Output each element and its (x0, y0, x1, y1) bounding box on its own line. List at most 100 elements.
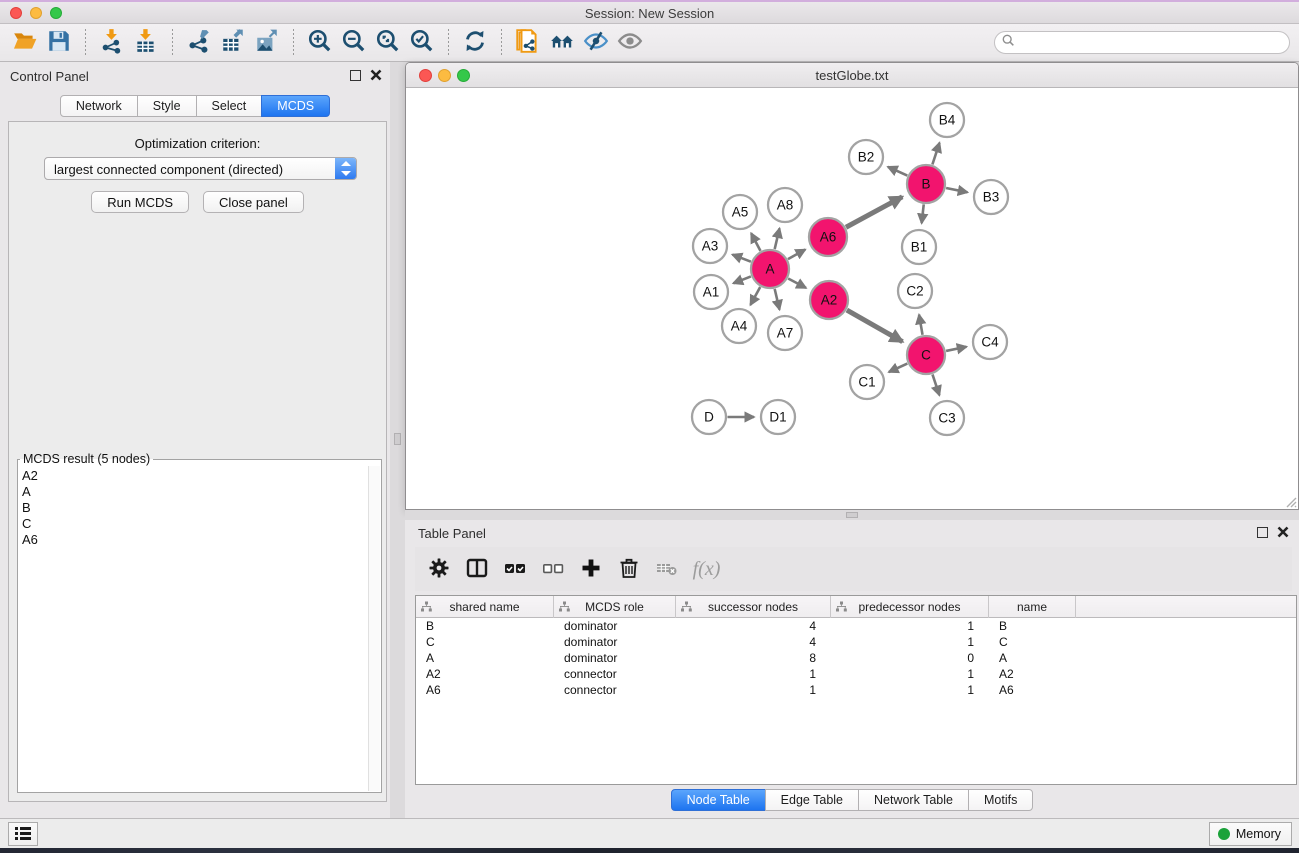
table-row[interactable]: A2connector11A2 (416, 666, 1296, 682)
run-mcds-button[interactable]: Run MCDS (91, 191, 189, 213)
table-cell: 1 (676, 666, 831, 682)
open-browser-button[interactable] (545, 27, 579, 59)
tab-style[interactable]: Style (137, 95, 197, 117)
network-window-title: testGlobe.txt (406, 68, 1298, 83)
splitter-handle[interactable] (846, 512, 858, 518)
network-from-selection-button[interactable] (511, 27, 545, 59)
show-panels-list-button[interactable] (8, 822, 38, 846)
float-panel-icon[interactable] (350, 70, 361, 81)
graph-node-label: C4 (981, 335, 999, 350)
graph-edge-A2-C[interactable] (847, 310, 903, 342)
close-panel-button[interactable]: Close panel (203, 191, 304, 213)
graph-edge-C-C3[interactable] (932, 374, 939, 395)
graph-edge-C-C2[interactable] (919, 315, 922, 335)
toolbar-separator (501, 29, 502, 57)
add-column-button[interactable] (575, 552, 606, 586)
close-panel-icon[interactable] (1277, 526, 1289, 538)
column-header-successor-nodes[interactable]: successor nodes (676, 596, 831, 618)
delete-table-button[interactable] (651, 552, 682, 586)
graph-edge-A-A2[interactable] (788, 279, 806, 288)
tab-select[interactable]: Select (196, 95, 263, 117)
graph-edge-B-B2[interactable] (888, 167, 907, 176)
table-settings-button[interactable] (423, 552, 454, 586)
select-all-button[interactable] (499, 552, 530, 586)
mcds-result-item[interactable]: A (22, 484, 368, 500)
graph-edge-A-A6[interactable] (788, 250, 805, 260)
graph-node-label: C (921, 348, 931, 363)
column-header-label: successor nodes (708, 600, 798, 614)
mcds-result-item[interactable]: B (22, 500, 368, 516)
deselect-all-button[interactable] (537, 552, 568, 586)
column-header-name[interactable]: name (989, 596, 1076, 618)
optimization-dropdown[interactable]: largest connected component (directed) (44, 157, 357, 180)
tab-node-table[interactable]: Node Table (671, 789, 766, 811)
save-session-button[interactable] (42, 27, 76, 59)
tab-mcds[interactable]: MCDS (261, 95, 330, 117)
function-builder-button[interactable]: f(x) (689, 552, 720, 586)
table-row[interactable]: Adominator80A (416, 650, 1296, 666)
close-panel-icon[interactable] (370, 69, 382, 81)
graph-edge-A-A7[interactable] (775, 289, 780, 310)
table-cell: A2 (416, 666, 554, 682)
graph-edge-B-B4[interactable] (932, 143, 939, 165)
zoom-fit-button[interactable] (371, 27, 405, 59)
tab-network-table[interactable]: Network Table (858, 789, 969, 811)
column-header-predecessor-nodes[interactable]: predecessor nodes (831, 596, 989, 618)
search-input[interactable] (1015, 33, 1289, 52)
graph-edge-A-A4[interactable] (750, 287, 760, 305)
mcds-result-item[interactable]: A6 (22, 532, 368, 548)
table-row[interactable]: Cdominator41C (416, 634, 1296, 650)
graph-edge-A-A5[interactable] (751, 233, 760, 251)
graph-edge-A-A3[interactable] (732, 255, 750, 262)
toolbar-separator (293, 29, 294, 57)
horizontal-splitter[interactable] (405, 510, 1299, 520)
export-table-button[interactable] (216, 27, 250, 59)
graph-edge-C-C1[interactable] (889, 364, 908, 372)
graph-edge-B-B3[interactable] (946, 188, 967, 192)
delete-column-button[interactable] (613, 552, 644, 586)
table-panel: Table Panel (405, 520, 1299, 818)
export-network-button[interactable] (182, 27, 216, 59)
tab-network[interactable]: Network (60, 95, 138, 117)
graph-edge-C-C4[interactable] (946, 347, 966, 351)
graph-edge-A-A8[interactable] (775, 228, 780, 249)
table-row[interactable]: Bdominator41B (416, 618, 1296, 634)
graph-edge-A-A1[interactable] (733, 276, 751, 283)
table-cell: 4 (676, 634, 831, 650)
hide-panels-button[interactable] (579, 27, 613, 59)
zoom-out-button[interactable] (337, 27, 371, 59)
zoom-selected-button[interactable] (405, 27, 439, 59)
column-header-MCDS-role[interactable]: MCDS role (554, 596, 676, 618)
toolbar-separator (172, 29, 173, 57)
open-file-button[interactable] (8, 27, 42, 59)
table-cell: A2 (989, 666, 1076, 682)
network-window-titlebar[interactable]: testGlobe.txt (406, 63, 1298, 88)
optimization-dropdown-value: largest connected component (directed) (54, 162, 283, 177)
float-panel-icon[interactable] (1257, 527, 1268, 538)
show-panels-button[interactable] (613, 27, 647, 59)
result-scrollbar[interactable] (368, 466, 380, 791)
graph-edge-B-B1[interactable] (922, 204, 924, 223)
vertical-splitter[interactable] (390, 62, 405, 818)
zoom-in-button[interactable] (303, 27, 337, 59)
mcds-result-item[interactable]: C (22, 516, 368, 532)
table-row[interactable]: A6connector11A6 (416, 682, 1296, 698)
mcds-result-item[interactable]: A2 (22, 468, 368, 484)
column-header-shared-name[interactable]: shared name (416, 596, 554, 618)
graph-edge-A6-B[interactable] (846, 197, 902, 227)
show-columns-button[interactable] (461, 552, 492, 586)
table-cell: 1 (831, 682, 989, 698)
tab-edge-table[interactable]: Edge Table (765, 789, 859, 811)
column-header-label: MCDS role (585, 600, 644, 614)
network-canvas[interactable]: B4B2BB3A8A5A6A3B1AA1C2A2A4A7C4CC1C3DD1 (406, 88, 1298, 509)
splitter-handle[interactable] (394, 433, 401, 445)
tab-motifs[interactable]: Motifs (968, 789, 1033, 811)
delete-table-icon (655, 556, 679, 583)
export-image-button[interactable] (250, 27, 284, 59)
memory-button[interactable]: Memory (1209, 822, 1292, 846)
import-table-button[interactable] (129, 27, 163, 59)
refresh-button[interactable] (458, 27, 492, 59)
import-network-button[interactable] (95, 27, 129, 59)
table-toolbar: f(x) (415, 547, 1292, 591)
resize-grip-icon[interactable] (1283, 494, 1297, 508)
